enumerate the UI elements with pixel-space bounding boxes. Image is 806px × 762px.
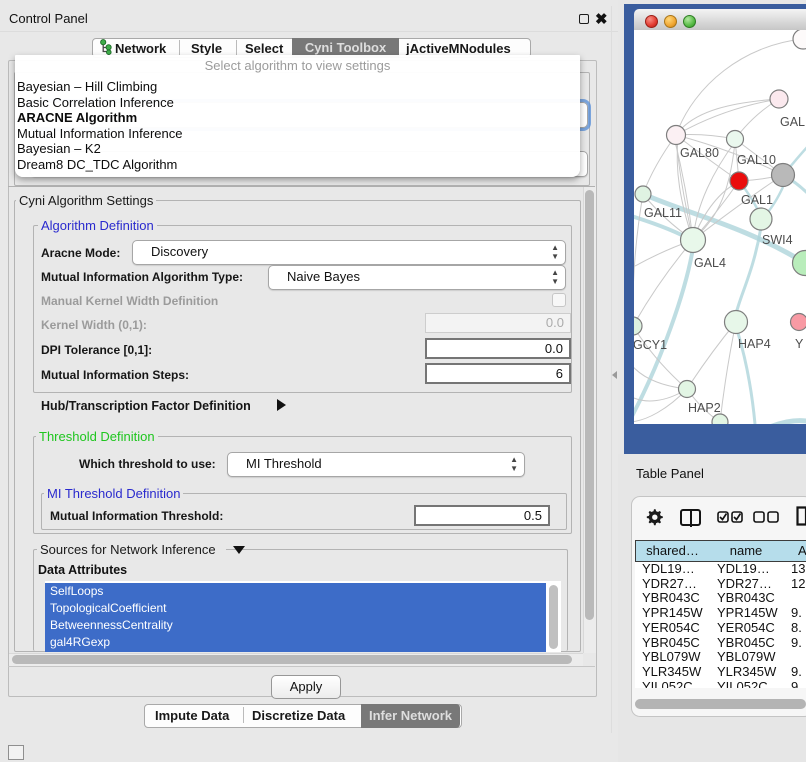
svg-text:GAL10: GAL10	[737, 153, 776, 167]
svg-text:GAL: GAL	[780, 115, 805, 129]
svg-text:SWI4: SWI4	[762, 233, 793, 247]
svg-text:HAP4: HAP4	[738, 337, 771, 351]
svg-text:HAP2: HAP2	[688, 401, 721, 415]
svg-text:GAL4: GAL4	[694, 256, 726, 270]
svg-text:GAL11: GAL11	[644, 206, 682, 220]
svg-text:Y: Y	[795, 337, 804, 351]
svg-text:GAL1: GAL1	[741, 193, 773, 207]
svg-text:GCY1: GCY1	[634, 338, 667, 352]
svg-text:GAL80: GAL80	[680, 146, 719, 160]
